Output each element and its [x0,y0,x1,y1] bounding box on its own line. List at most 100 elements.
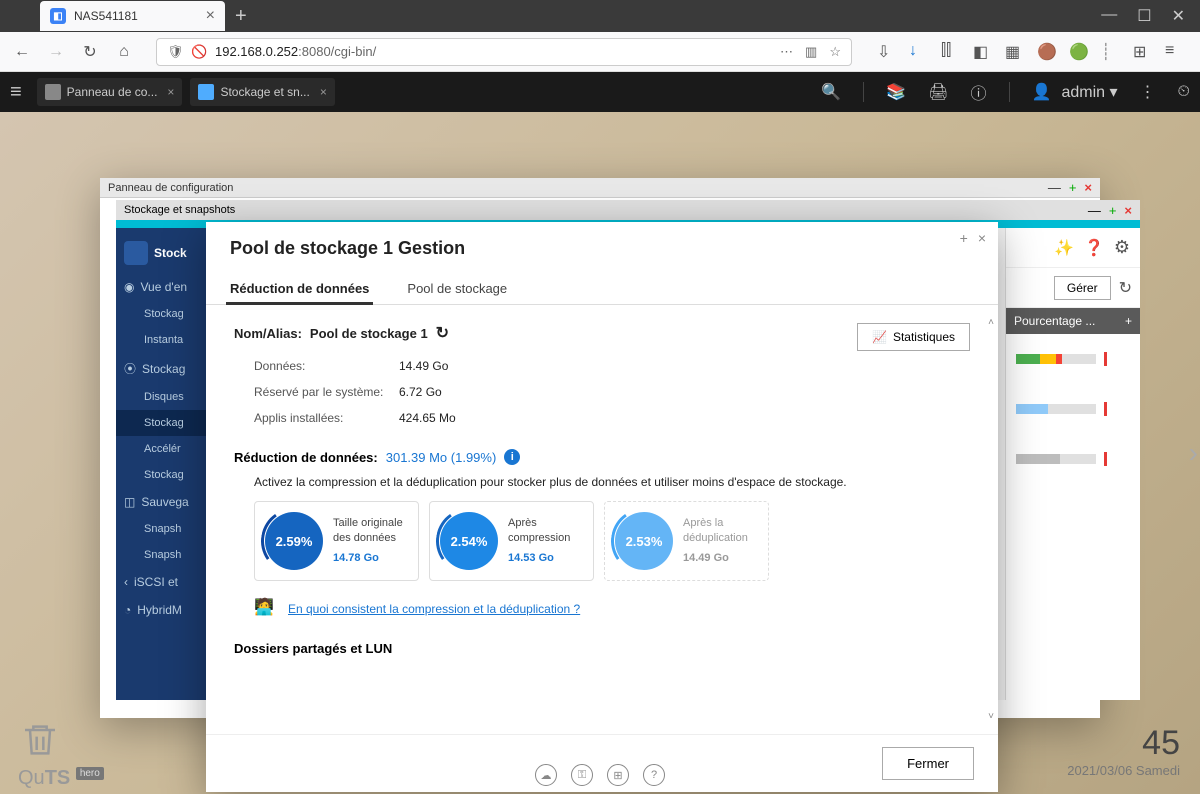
help-icon[interactable]: ❓ [1084,238,1104,258]
new-tab-button[interactable]: + [235,5,247,28]
chart-icon: 📈 [872,330,887,344]
pocket-icon[interactable]: ⇩ [877,42,897,62]
app-tab-storage[interactable]: Stockage et sn... × [190,78,334,106]
window-titlebar[interactable]: Panneau de configuration — + × [100,178,1100,198]
sidebar-item[interactable]: Snapsh [116,516,206,542]
library-icon[interactable]: ⫿⫿ [941,42,961,62]
browser-tab[interactable]: ◧ NAS541181 × [40,1,225,31]
tab-title: NAS541181 [74,9,138,23]
info-row: Données:14.49 Go [254,353,970,379]
win-max-icon[interactable]: + [1109,203,1117,218]
dialog-tabs: Réduction de données Pool de stockage [206,273,998,305]
dashboard-icon[interactable]: ⏲ [1178,83,1190,101]
user-menu[interactable]: admin ▾ [1061,82,1117,102]
profile-icon[interactable]: 🟤 [1037,42,1057,62]
bookmark-star-icon[interactable]: ☆ [829,44,841,60]
dock-grid-icon[interactable]: ⊞ [607,764,629,786]
win-max-icon[interactable]: + [1069,180,1077,195]
dialog-close-icon[interactable]: × [978,230,986,246]
browser-toolbar: ← → ↻ ⌂ 🛡 🚫 192.168.0.252:8080/cgi-bin/ … [0,32,1200,72]
gear-icon[interactable]: ⚙ [1114,237,1130,258]
help-link[interactable]: En quoi consistent la compression et la … [288,602,580,616]
sidebar-item[interactable]: ⦿Stockag [116,353,206,384]
devices-icon[interactable]: 🖨 [928,82,948,102]
blocked-icon[interactable]: 🚫 [191,44,207,60]
percent-circle: 2.54% [440,512,498,570]
manage-button[interactable]: Gérer [1054,276,1111,300]
tab-close-icon[interactable]: × [206,7,215,25]
reload-button[interactable]: ↻ [78,40,102,64]
refresh-icon[interactable]: ↻ [1119,278,1132,298]
download-icon[interactable]: ↓ [909,42,929,62]
sidebar-item[interactable]: Stockag [116,462,206,488]
clock: 45 2021/03/06 Samedi [1067,724,1180,778]
refresh-icon[interactable]: ↻ [436,323,449,343]
grid-icon[interactable]: ▦ [1005,42,1025,62]
reduction-header: Réduction de données: 301.39 Mo (1.99%) … [234,449,970,465]
url-bar[interactable]: 🛡 🚫 192.168.0.252:8080/cgi-bin/ ⋯ ▥ ☆ [156,38,852,66]
more-vert-icon[interactable]: ⋮ [1140,82,1156,102]
puzzle-icon[interactable]: ⊞ [1133,42,1153,62]
sidebar-item[interactable]: Snapsh [116,542,206,568]
scroll-up-icon[interactable]: ˄ [988,317,994,328]
win-min-icon[interactable]: — [1048,180,1061,195]
app-tab-config[interactable]: Panneau de co... × [37,78,183,106]
dock-help-icon[interactable]: ? [643,764,665,786]
sidebar-item[interactable]: Instanta [116,327,206,353]
info-row: Applis installées:424.65 Mo [254,405,970,431]
wand-icon[interactable]: ✨ [1054,238,1074,258]
app-menu-icon[interactable]: ≡ [10,81,22,104]
app-tab-close-icon[interactable]: × [320,85,327,99]
user-icon[interactable]: 👤 [1032,82,1052,102]
close-icon[interactable]: ✕ [1172,6,1185,26]
maximize-icon[interactable]: ☐ [1137,6,1151,26]
next-desktop-arrow[interactable]: › [1189,437,1198,469]
scroll-down-icon[interactable]: ˅ [988,711,994,722]
app-tab-close-icon[interactable]: × [167,85,174,99]
trash-icon[interactable] [20,716,60,764]
nav-icon: ◫ [124,495,135,509]
menu-icon[interactable]: ≡ [1165,42,1185,62]
minimize-icon[interactable]: — [1101,6,1117,26]
reduction-description: Activez la compression et la déduplicati… [254,475,970,489]
storage-app-icon [124,241,148,265]
sidebar-item[interactable]: Disques [116,384,206,410]
info-icon[interactable]: i [504,449,520,465]
tab-storage-pool[interactable]: Pool de stockage [403,273,511,304]
volume-icon[interactable]: 📚 [886,82,906,102]
sidebar-item[interactable]: ‹iSCSI et [116,568,206,596]
sidebar-icon[interactable]: ◧ [973,42,993,62]
reduction-value: 301.39 Mo (1.99%) [386,450,497,465]
plus-icon[interactable]: + [1125,314,1132,328]
sidebar-item[interactable]: Stockag [116,301,206,327]
shield-icon[interactable]: 🛡 [167,44,183,60]
sidebar-item[interactable]: Stockag [116,410,206,436]
more-icon[interactable]: ⋯ [780,44,793,60]
dialog-plus-icon[interactable]: + [960,230,968,246]
ext-icon[interactable]: 🟢 [1069,42,1089,62]
search-icon[interactable]: 🔍 [821,82,841,102]
info-icon[interactable]: ⓘ [971,80,987,104]
help-row: 🧑‍💻 En quoi consistent la compression et… [254,597,970,621]
close-button[interactable]: Fermer [882,747,974,780]
sidebar-item[interactable]: ◉Vue d'en [116,273,206,301]
forward-button[interactable]: → [44,40,68,64]
ext2-icon[interactable]: ┊ [1101,42,1121,62]
statistics-button[interactable]: 📈 Statistiques [857,323,970,351]
nav-icon: ◉ [124,280,134,294]
tab-data-reduction[interactable]: Réduction de données [226,273,373,304]
win-close-icon[interactable]: × [1124,203,1132,218]
back-button[interactable]: ← [10,40,34,64]
reader-icon[interactable]: ▥ [805,44,817,60]
sidebar-item[interactable]: Accélér [116,436,206,462]
window-title: Stockage et snapshots [124,204,235,216]
sidebar-item[interactable]: ◫Sauvega [116,488,206,516]
dock-cloud-icon[interactable]: ☁ [535,764,557,786]
sidebar-item[interactable]: ◔HybridM [116,596,206,624]
win-min-icon[interactable]: — [1088,203,1101,218]
window-titlebar[interactable]: Stockage et snapshots — + × [116,200,1140,220]
win-close-icon[interactable]: × [1084,180,1092,195]
dock-key-icon[interactable]: ⚿ [571,764,593,786]
home-button[interactable]: ⌂ [112,40,136,64]
pct-header[interactable]: Pourcentage ... + [1006,308,1140,334]
